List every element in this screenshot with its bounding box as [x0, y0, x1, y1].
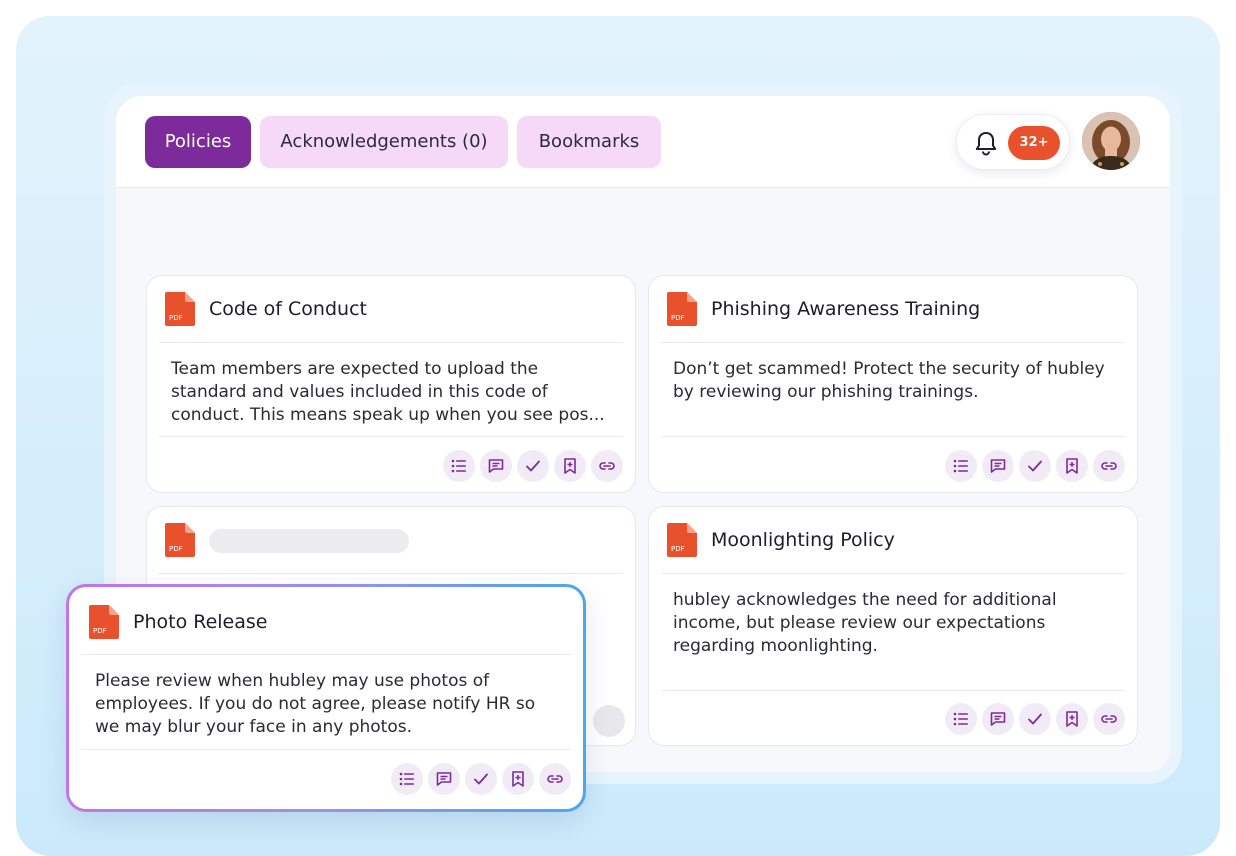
svg-text:PDF: PDF	[169, 314, 183, 322]
card-header: PDF Code of Conduct	[165, 292, 623, 328]
check-icon[interactable]	[465, 763, 497, 795]
user-avatar[interactable]	[1082, 112, 1140, 170]
link-icon[interactable]	[1093, 450, 1125, 482]
title-skeleton	[209, 529, 409, 553]
bookmark-add-icon[interactable]	[1056, 703, 1088, 735]
divider	[159, 436, 623, 437]
svg-text:PDF: PDF	[169, 545, 183, 553]
card-actions	[443, 450, 623, 482]
pdf-file-icon: PDF	[165, 292, 195, 326]
bell-icon[interactable]	[972, 129, 1000, 157]
check-icon[interactable]	[1019, 703, 1051, 735]
notifications-pill[interactable]: 32+	[956, 114, 1070, 170]
tab-acknowledgements[interactable]: Acknowledgements (0)	[260, 116, 508, 168]
check-icon[interactable]	[1019, 450, 1051, 482]
card-description: hubley acknowledges the need for additio…	[673, 590, 1057, 656]
card-header: PDF Phishing Awareness Training	[667, 292, 1125, 328]
divider	[159, 573, 623, 574]
card-header: PDF Moonlighting Policy	[667, 523, 1125, 559]
divider	[661, 690, 1125, 691]
divider	[661, 436, 1125, 437]
card-actions	[391, 763, 571, 795]
comment-icon[interactable]	[428, 763, 460, 795]
pdf-file-icon: PDF	[667, 292, 697, 326]
card-description: Team members are expected to upload the …	[171, 359, 605, 425]
highlighted-card-border: PDF Photo Release Please review when hub…	[66, 584, 586, 812]
policy-card-photo-release[interactable]: PDF Photo Release Please review when hub…	[69, 587, 583, 809]
card-title[interactable]: Phishing Awareness Training	[711, 298, 980, 320]
pdf-file-icon: PDF	[165, 523, 195, 557]
card-actions	[945, 703, 1125, 735]
link-icon[interactable]	[539, 763, 571, 795]
policy-card-moonlighting[interactable]: PDF Moonlighting Policy hubley acknowled…	[648, 506, 1138, 746]
list-icon[interactable]	[945, 703, 977, 735]
bookmark-add-icon[interactable]	[554, 450, 586, 482]
pdf-file-icon: PDF	[667, 523, 697, 557]
card-description: Don’t get scammed! Protect the security …	[673, 359, 1105, 402]
pdf-file-icon: PDF	[89, 605, 119, 639]
svg-text:PDF: PDF	[93, 627, 107, 635]
comment-icon[interactable]	[982, 450, 1014, 482]
check-icon[interactable]	[517, 450, 549, 482]
tab-policies[interactable]: Policies	[145, 116, 251, 168]
comment-icon[interactable]	[982, 703, 1014, 735]
divider	[159, 342, 623, 343]
divider	[661, 573, 1125, 574]
card-header: PDF Photo Release	[89, 605, 571, 641]
divider	[81, 749, 571, 750]
tab-bookmarks[interactable]: Bookmarks	[517, 116, 661, 168]
link-icon[interactable]	[591, 450, 623, 482]
action-skeleton	[593, 705, 625, 737]
policy-card-phishing-awareness[interactable]: PDF Phishing Awareness Training Don’t ge…	[648, 275, 1138, 493]
card-description: Please review when hubley may use photos…	[95, 671, 536, 737]
notification-count-badge: 32+	[1008, 126, 1060, 160]
link-icon[interactable]	[1093, 703, 1125, 735]
divider	[661, 342, 1125, 343]
comment-icon[interactable]	[480, 450, 512, 482]
card-title[interactable]: Photo Release	[133, 611, 267, 633]
card-actions	[945, 450, 1125, 482]
policy-card-code-of-conduct[interactable]: PDF Code of Conduct Team members are exp…	[146, 275, 636, 493]
list-icon[interactable]	[945, 450, 977, 482]
card-title[interactable]: Code of Conduct	[209, 298, 367, 320]
divider	[81, 654, 571, 655]
svg-text:PDF: PDF	[671, 545, 685, 553]
list-icon[interactable]	[391, 763, 423, 795]
card-title[interactable]: Moonlighting Policy	[711, 529, 895, 551]
svg-text:PDF: PDF	[671, 314, 685, 322]
list-icon[interactable]	[443, 450, 475, 482]
bookmark-add-icon[interactable]	[502, 763, 534, 795]
bookmark-add-icon[interactable]	[1056, 450, 1088, 482]
